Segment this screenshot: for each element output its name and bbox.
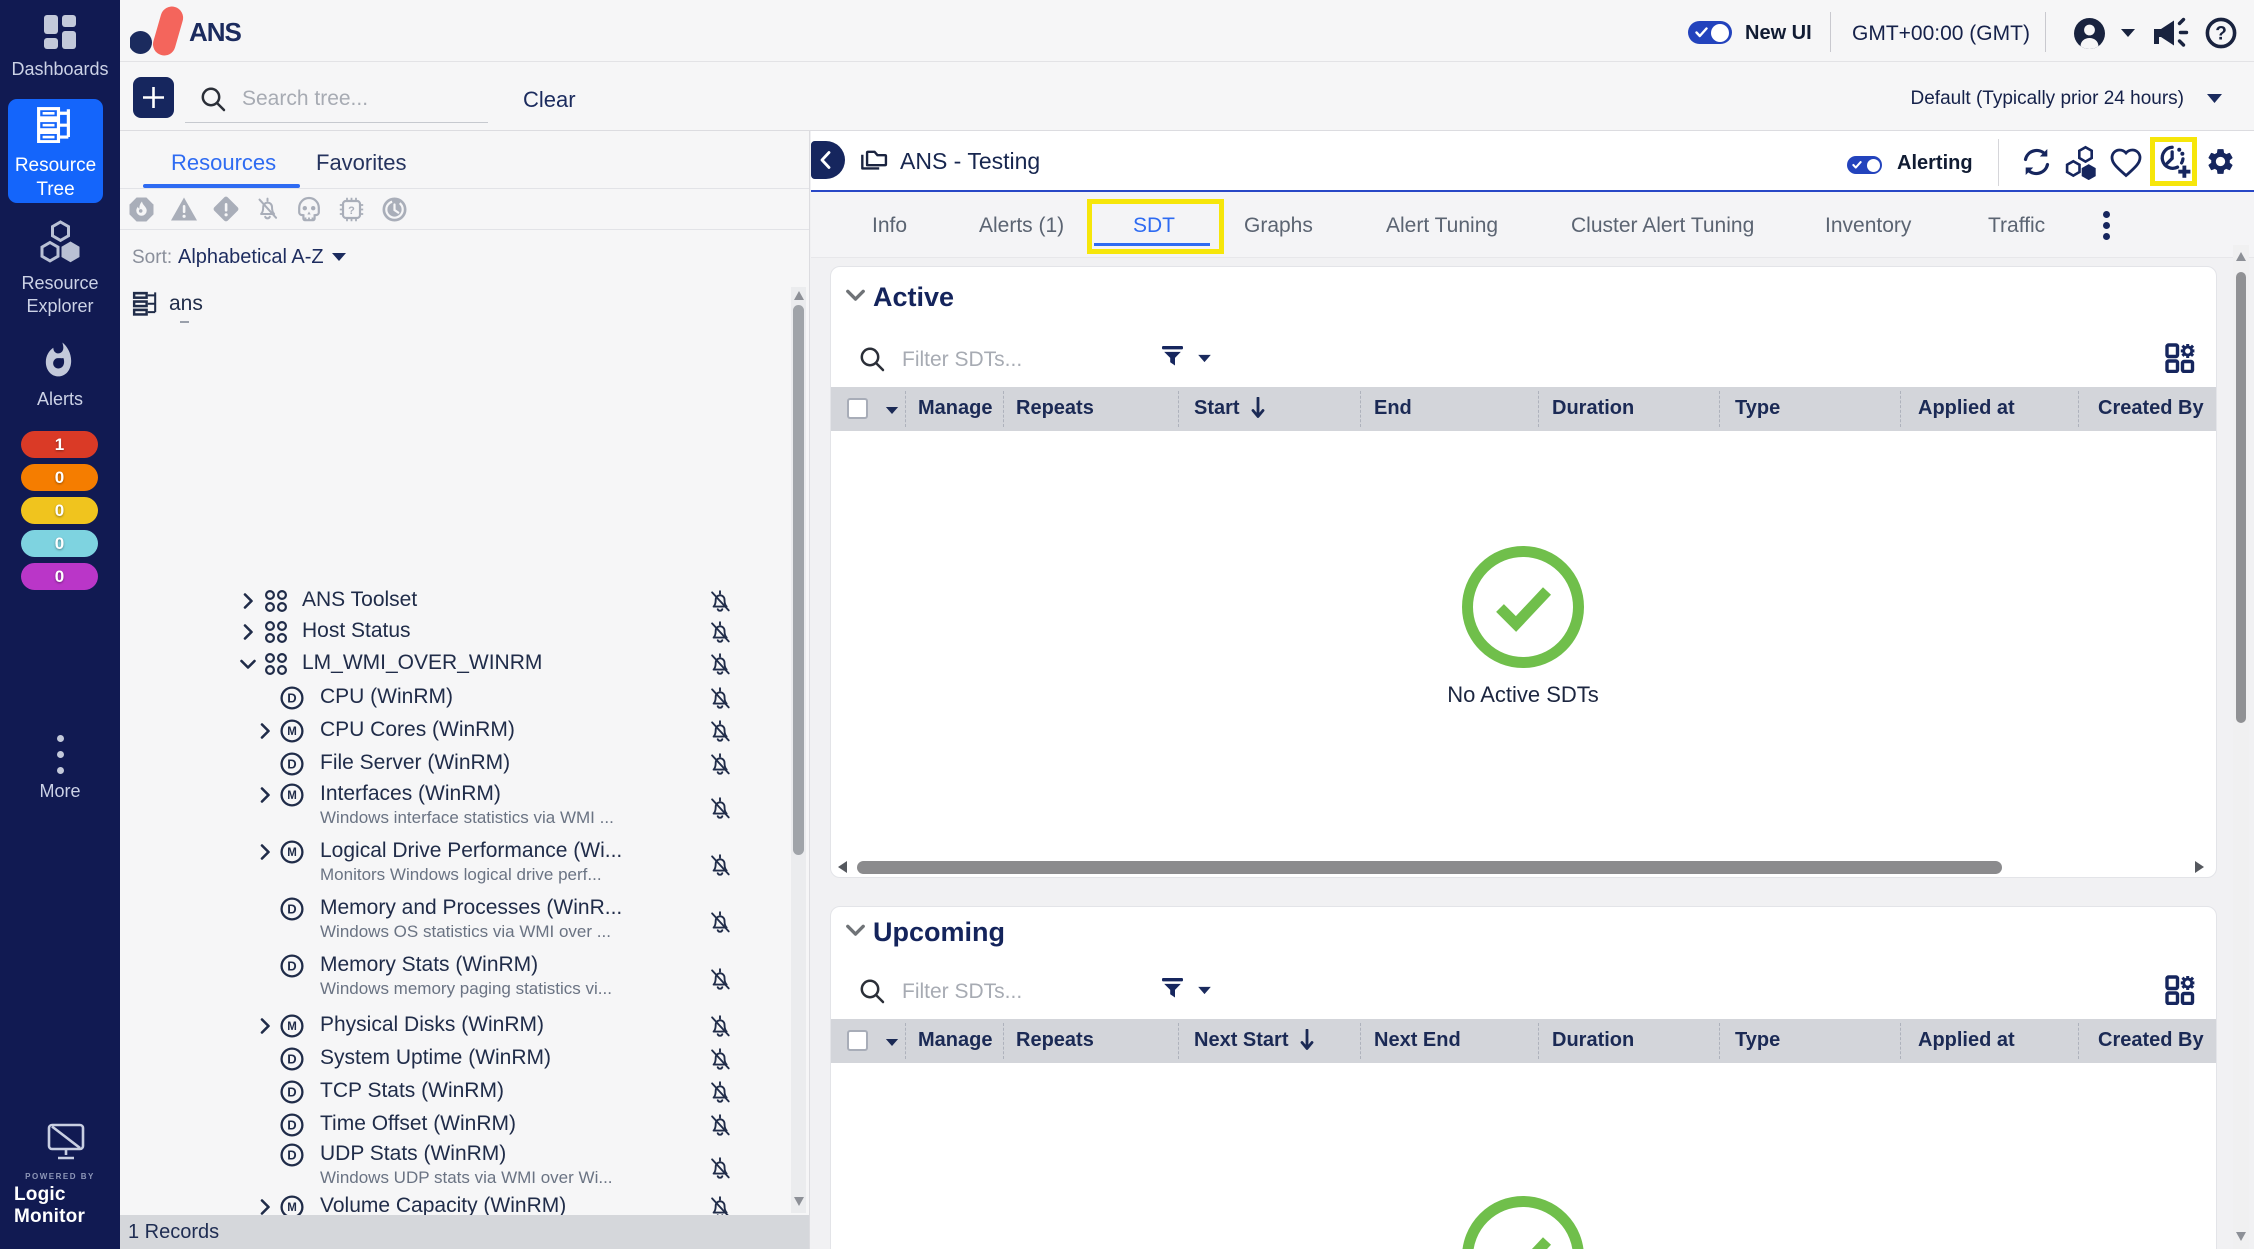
svg-text:?: ? <box>348 205 355 217</box>
svg-text:?: ? <box>2215 24 2227 45</box>
